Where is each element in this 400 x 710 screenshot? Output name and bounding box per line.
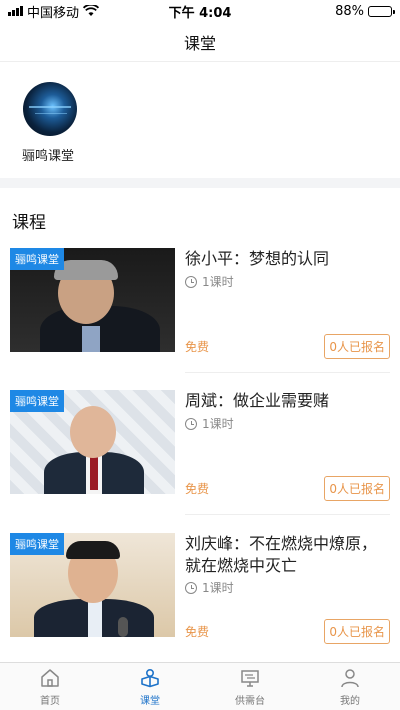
battery-percent: 88% <box>335 3 364 19</box>
course-price: 免费 <box>185 625 210 639</box>
channel-name[interactable]: 骊鸣课堂 <box>22 145 74 164</box>
channel-section: 骊鸣课堂 <box>0 63 400 178</box>
course-tag: 骊鸣课堂 <box>10 533 64 555</box>
section-title: 课程 <box>12 213 46 233</box>
tab-profile[interactable]: 我的 <box>300 663 400 710</box>
course-signup-badge: 0人已报名 <box>324 476 390 501</box>
course-hours-label: 1课时 <box>202 275 234 289</box>
signal-icon <box>8 6 23 16</box>
home-icon <box>41 668 59 687</box>
course-tag: 骊鸣课堂 <box>10 390 64 412</box>
status-left: 中国移动 <box>8 2 100 21</box>
course-item[interactable]: 骊鸣课堂 刘庆峰：不在燃烧中燎原，就在燃烧中灭亡 1课时 免费 0人已报名 <box>0 533 400 644</box>
course-tag: 骊鸣课堂 <box>10 248 64 270</box>
tab-classroom[interactable]: 课堂 <box>100 663 200 710</box>
course-separator <box>185 372 390 373</box>
course-hours-label: 1课时 <box>202 581 234 595</box>
course-hours: 1课时 <box>185 415 234 432</box>
course-signup-badge: 0人已报名 <box>324 619 390 644</box>
person-tie <box>90 456 98 490</box>
page-title: 课堂 <box>183 33 216 53</box>
person-hair <box>66 541 120 559</box>
wifi-icon <box>83 5 100 16</box>
monitor-icon <box>241 669 259 687</box>
course-thumbnail[interactable]: 骊鸣课堂 <box>10 390 175 494</box>
tab-label: 我的 <box>340 695 360 707</box>
person-shirt <box>82 326 100 352</box>
profile-icon <box>341 668 359 687</box>
course-price: 免费 <box>185 482 210 496</box>
course-title[interactable]: 周斌：做企业需要赌 <box>185 390 390 412</box>
course-title[interactable]: 刘庆峰：不在燃烧中燎原，就在燃烧中灭亡 <box>185 533 390 577</box>
person-shirt <box>88 601 102 637</box>
clock-icon <box>185 581 197 594</box>
tab-home[interactable]: 首页 <box>0 663 100 710</box>
course-item[interactable]: 骊鸣课堂 徐小平：梦想的认同 1课时 免费 0人已报名 <box>0 248 400 359</box>
course-thumbnail[interactable]: 骊鸣课堂 <box>10 248 175 352</box>
course-separator <box>185 514 390 515</box>
microphone-icon <box>118 617 128 637</box>
section-divider <box>0 178 400 188</box>
course-thumbnail[interactable]: 骊鸣课堂 <box>10 533 175 637</box>
battery-icon <box>368 5 395 17</box>
course-signup-badge: 0人已报名 <box>324 334 390 359</box>
clock-icon <box>185 417 197 430</box>
course-hours-label: 1课时 <box>202 417 234 431</box>
course-title[interactable]: 徐小平：梦想的认同 <box>185 248 390 270</box>
course-hours: 1课时 <box>185 579 234 596</box>
tab-label: 首页 <box>40 695 60 707</box>
status-right: 88% <box>335 3 395 19</box>
person-face <box>70 406 116 458</box>
tab-label: 供需台 <box>235 695 265 707</box>
nav-bar: 课堂 <box>0 22 400 62</box>
tab-supply-demand[interactable]: 供需台 <box>200 663 300 710</box>
status-bar: 中国移动 下午 4:04 88% <box>0 0 400 22</box>
tab-label: 课堂 <box>140 695 160 707</box>
tab-bar: 首页 课堂 供需台 我的 <box>0 662 400 710</box>
course-hours: 1课时 <box>185 273 234 290</box>
course-price: 免费 <box>185 340 210 354</box>
classroom-icon <box>141 668 159 687</box>
channel-avatar[interactable] <box>23 82 77 136</box>
carrier-label: 中国移动 <box>27 5 80 21</box>
course-item[interactable]: 骊鸣课堂 周斌：做企业需要赌 1课时 免费 0人已报名 <box>0 390 400 501</box>
clock-icon <box>185 275 197 288</box>
